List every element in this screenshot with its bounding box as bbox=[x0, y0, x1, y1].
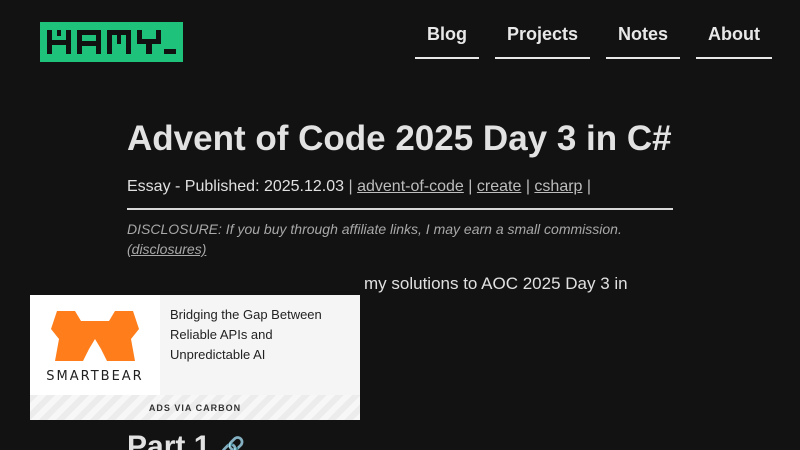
nav-projects[interactable]: Projects bbox=[494, 20, 590, 59]
page-title: Advent of Code 2025 Day 3 in C# bbox=[127, 119, 672, 158]
article: Advent of Code 2025 Day 3 in C# Essay - … bbox=[127, 118, 673, 297]
main-nav: Blog Projects Notes About bbox=[414, 20, 772, 59]
carbon-ad[interactable]: SMARTBEAR Bridging the Gap Between Relia… bbox=[30, 295, 360, 420]
nav-notes[interactable]: Notes bbox=[606, 20, 681, 59]
tag-create[interactable]: create bbox=[477, 178, 521, 195]
affiliate-disclosure: DISCLOSURE: If you buy through affiliate… bbox=[127, 219, 673, 259]
disclosure-text: DISCLOSURE: If you buy through affiliate… bbox=[127, 221, 622, 237]
smartbear-logo-icon bbox=[51, 311, 139, 361]
ad-image[interactable]: SMARTBEAR bbox=[30, 295, 160, 395]
section-heading-part-1: Part 1 🔗 bbox=[127, 430, 245, 450]
tag-advent-of-code[interactable]: advent-of-code bbox=[357, 178, 464, 195]
intro-paragraph: my solutions to AOC 2025 Day 3 in bbox=[364, 274, 628, 293]
page: Blog Projects Notes About Advent of Code… bbox=[0, 0, 800, 450]
ad-text[interactable]: Bridging the Gap Between Reliable APIs a… bbox=[170, 305, 352, 365]
meta-separator: | bbox=[468, 178, 473, 195]
link-icon[interactable]: 🔗 bbox=[220, 435, 245, 450]
site-logo[interactable] bbox=[40, 22, 183, 62]
meta-separator: | bbox=[586, 178, 592, 195]
ads-via-carbon-label: ADS VIA CARBON bbox=[148, 402, 242, 413]
ad-footer[interactable]: ADS VIA CARBON bbox=[30, 395, 360, 420]
nav-about[interactable]: About bbox=[696, 20, 772, 59]
post-meta-text: Essay - Published: 2025.12.03 bbox=[127, 178, 345, 195]
tag-csharp[interactable]: csharp bbox=[534, 178, 582, 195]
logo-wordmark bbox=[47, 30, 176, 54]
meta-separator: | bbox=[348, 178, 353, 195]
disclosures-link[interactable]: (disclosures) bbox=[127, 241, 206, 257]
meta-separator: | bbox=[525, 178, 530, 195]
post-meta: Essay - Published: 2025.12.03 | advent-o… bbox=[127, 178, 673, 210]
section-heading-text: Part 1 bbox=[127, 430, 211, 450]
ad-brand-name: SMARTBEAR bbox=[46, 369, 144, 384]
nav-blog[interactable]: Blog bbox=[414, 20, 479, 59]
